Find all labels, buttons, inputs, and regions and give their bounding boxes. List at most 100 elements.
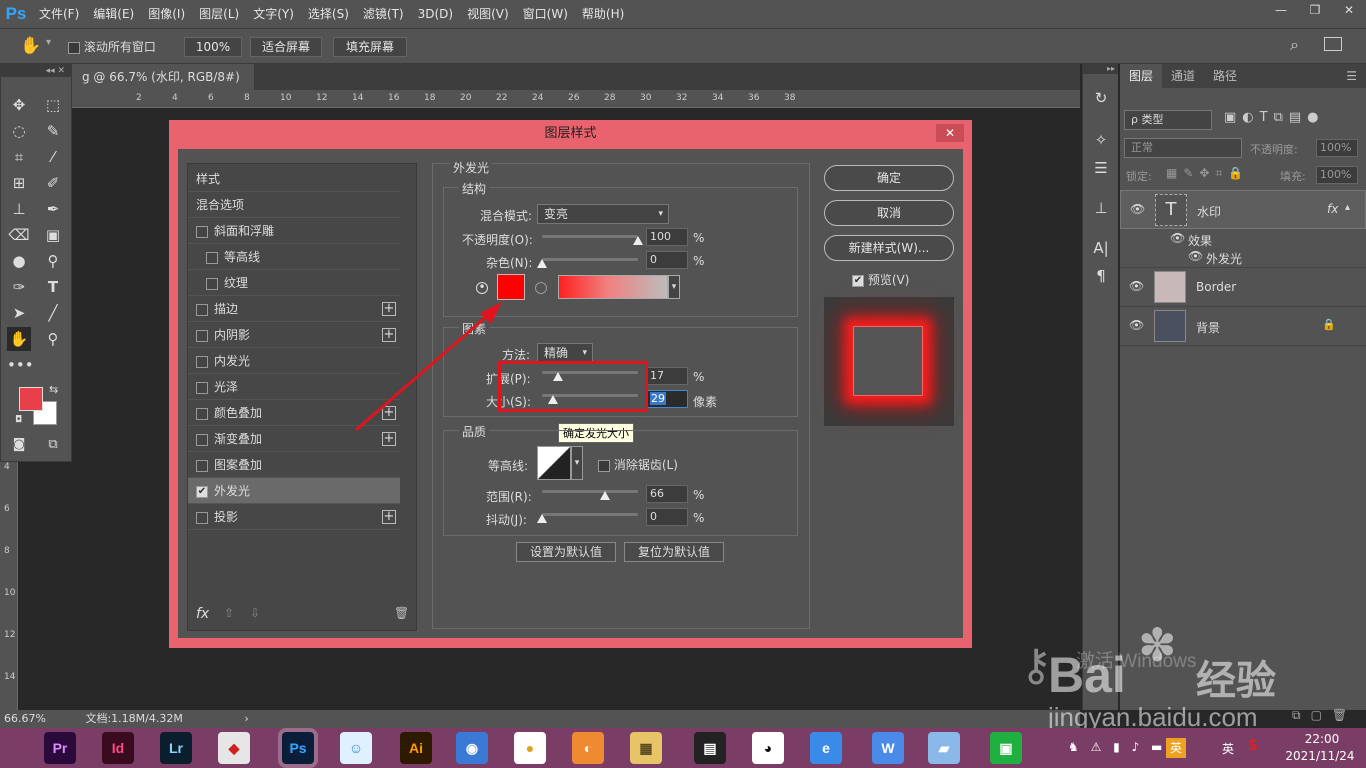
solid-color-radio[interactable]: •: [476, 281, 488, 294]
more-tools-icon[interactable]: •••: [7, 353, 34, 377]
minimize-button[interactable]: —: [1264, 0, 1298, 22]
taskbar-app-icon[interactable]: e: [810, 732, 842, 764]
brush-panel-icon[interactable]: ✧: [1089, 128, 1113, 152]
history-panel-icon[interactable]: ↻: [1089, 86, 1113, 110]
preview-checkbox[interactable]: ✔: [852, 274, 864, 287]
gradient-chevron-icon[interactable]: ▾: [668, 275, 680, 299]
strip-collapse-icon[interactable]: ▸▸: [1083, 64, 1118, 74]
blur-tool-icon[interactable]: ●: [7, 249, 31, 273]
style-item[interactable]: ✔ 外发光: [188, 478, 400, 504]
style-item[interactable]: 颜色叠加 +: [188, 400, 400, 426]
workspace-icon[interactable]: [1324, 37, 1342, 51]
layer-fill-field[interactable]: 100%: [1316, 166, 1358, 184]
visibility-eye-icon[interactable]: 👁: [1129, 279, 1144, 293]
default-colors-icon[interactable]: ◘: [15, 415, 22, 425]
scroll-all-windows-option[interactable]: 滚动所有窗口: [68, 38, 156, 55]
reset-default-button[interactable]: 复位为默认值: [624, 542, 724, 562]
cancel-button[interactable]: 取消: [824, 200, 954, 226]
style-checkbox[interactable]: [196, 433, 208, 446]
layer-footer-icons[interactable]: ⧉▢🗑: [1292, 708, 1357, 723]
blend-mode-select[interactable]: 正常: [1124, 138, 1242, 158]
layer-filter-icons[interactable]: ▣◐T⧉▤●: [1224, 110, 1324, 125]
expand-effects-icon[interactable]: ▴: [1345, 202, 1350, 213]
layer-opacity-field[interactable]: 100%: [1316, 139, 1358, 157]
crop-tool-icon[interactable]: ⌗: [7, 145, 31, 169]
clock-date[interactable]: 2021/11/24: [1278, 749, 1362, 763]
taskbar-app-icon[interactable]: Lr: [160, 732, 192, 764]
taskbar-app-icon[interactable]: Ps: [282, 732, 314, 764]
jitter-slider[interactable]: [542, 513, 638, 516]
hand-tool-active-icon[interactable]: ✋: [7, 327, 31, 351]
method-dropdown[interactable]: 精确 ▾: [537, 343, 593, 363]
delete-effect-icon[interactable]: 🗑: [394, 606, 409, 620]
effects-eye-icon[interactable]: 👁: [1170, 231, 1185, 245]
menu-item[interactable]: 图层(L): [192, 0, 246, 28]
character-panel-icon[interactable]: A|: [1089, 236, 1113, 260]
glow-color-swatch[interactable]: [497, 274, 525, 300]
set-default-button[interactable]: 设置为默认值: [516, 542, 616, 562]
layer-name[interactable]: 背景: [1196, 319, 1220, 336]
glow-gradient-picker[interactable]: [558, 275, 668, 299]
visibility-eye-icon[interactable]: 👁: [1129, 318, 1144, 332]
antialias-checkbox[interactable]: [598, 459, 610, 472]
jitter-slider-knob[interactable]: [537, 514, 547, 523]
range-slider[interactable]: [542, 490, 638, 493]
style-checkbox[interactable]: [206, 277, 218, 290]
style-item[interactable]: 光泽: [188, 374, 400, 400]
layer-row-background[interactable]: 👁 背景 🔒: [1120, 307, 1366, 346]
noise-slider-knob[interactable]: [537, 259, 547, 268]
new-style-button[interactable]: 新建样式(W)...: [824, 235, 954, 261]
layer-fx-icon[interactable]: fx: [1327, 202, 1338, 216]
healing-brush-icon[interactable]: ⊞: [7, 171, 31, 195]
layer-name[interactable]: 水印: [1197, 203, 1221, 220]
menu-item[interactable]: 文件(F): [32, 0, 86, 28]
style-checkbox[interactable]: [196, 381, 208, 394]
type-tool-icon[interactable]: T: [41, 275, 65, 299]
antialias-option[interactable]: 消除锯齿(L): [598, 456, 678, 473]
gradient-tool-icon[interactable]: ▣: [41, 223, 65, 247]
ok-button[interactable]: 确定: [824, 165, 954, 191]
taskbar-app-icon[interactable]: ◐: [572, 732, 604, 764]
move-tool-icon[interactable]: ✥: [7, 93, 31, 117]
taskbar-app-icon[interactable]: ◕: [752, 732, 784, 764]
style-checkbox[interactable]: [196, 355, 208, 368]
style-item[interactable]: 纹理: [188, 270, 400, 296]
style-item[interactable]: 斜面和浮雕: [188, 218, 400, 244]
taskbar-app-icon[interactable]: ▤: [694, 732, 726, 764]
document-tab[interactable]: g @ 66.7% (水印, RGB/8#) *✕: [72, 64, 254, 110]
style-item[interactable]: 样式: [188, 166, 400, 192]
layer-row-border[interactable]: 👁 Border: [1120, 268, 1366, 307]
stamp-tool-icon[interactable]: ⊥: [7, 197, 31, 221]
marquee-tool-icon[interactable]: ⬚: [41, 93, 65, 117]
fill-screen-button[interactable]: 填充屏幕: [333, 37, 407, 57]
add-style-instance-icon[interactable]: +: [382, 432, 396, 446]
range-field[interactable]: 66: [646, 485, 688, 503]
effect-outer-glow-item[interactable]: 外发光: [1206, 250, 1242, 267]
style-checkbox[interactable]: [196, 225, 208, 238]
search-icon[interactable]: ⌕: [1290, 35, 1299, 55]
tray-icons[interactable]: ♞ ⚠ ▮ ♪ ▬: [1068, 740, 1166, 754]
clone-source-icon[interactable]: ⊥: [1089, 196, 1113, 220]
taskbar-app-icon[interactable]: ▣: [990, 732, 1022, 764]
zoom-tool-icon[interactable]: ⚲: [41, 327, 65, 351]
style-item[interactable]: 内阴影 +: [188, 322, 400, 348]
screen-mode-icon[interactable]: ⧉: [41, 433, 65, 457]
add-style-instance-icon[interactable]: +: [382, 406, 396, 420]
sogou-icon[interactable]: S: [1248, 738, 1266, 756]
clock-time[interactable]: 22:00: [1290, 732, 1354, 746]
outer-glow-eye-icon[interactable]: 👁: [1188, 249, 1203, 263]
zoom-100-button[interactable]: 100%: [184, 37, 242, 57]
style-checkbox[interactable]: [196, 329, 208, 342]
foreground-color-swatch[interactable]: [19, 387, 43, 411]
taskbar-app-icon[interactable]: ◉: [456, 732, 488, 764]
fit-screen-button[interactable]: 适合屏幕: [250, 37, 322, 57]
spread-field[interactable]: 17: [646, 367, 688, 385]
preview-option[interactable]: ✔ 预览(V): [852, 271, 909, 288]
style-item[interactable]: 渐变叠加 +: [188, 426, 400, 452]
tab-layers[interactable]: 图层: [1120, 64, 1163, 88]
history-brush-icon[interactable]: ✒: [41, 197, 65, 221]
style-checkbox[interactable]: [206, 251, 218, 264]
layer-row-watermark[interactable]: 👁 T 水印 fx ▴: [1120, 190, 1366, 229]
dodge-tool-icon[interactable]: ⚲: [41, 249, 65, 273]
style-item[interactable]: 描边 +: [188, 296, 400, 322]
